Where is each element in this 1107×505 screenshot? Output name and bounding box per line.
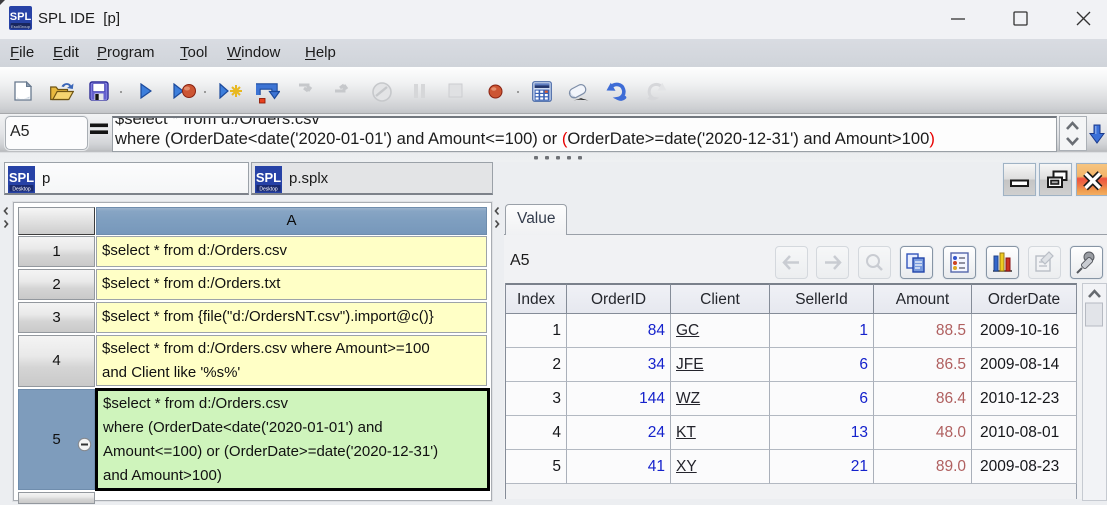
svg-text:Desktop: Desktop	[12, 187, 31, 193]
svg-text:EsolGroup: EsolGroup	[11, 24, 31, 29]
svg-text:SPL: SPL	[256, 170, 281, 185]
svg-text:Desktop: Desktop	[259, 187, 278, 193]
svg-text:SPL: SPL	[9, 170, 34, 185]
svg-text:SPL: SPL	[10, 11, 32, 23]
